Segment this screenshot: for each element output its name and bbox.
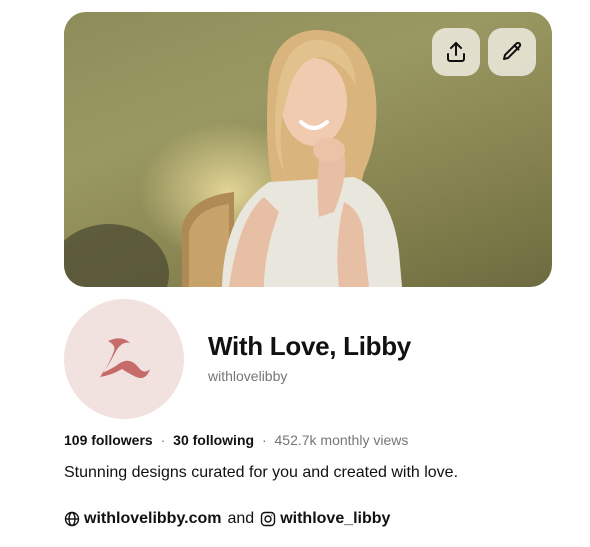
following-count[interactable]: 30 following [173,432,254,448]
stats-separator: · [160,432,166,448]
globe-icon [64,511,80,527]
brand-logo-icon [100,338,150,378]
profile-bio: Stunning designs curated for you and cre… [64,464,459,481]
cover-photo [64,12,552,287]
profile-name: With Love, Libby [208,331,411,361]
profile-stats: 109 followers · 30 following · 452.7k mo… [64,432,408,448]
followers-count[interactable]: 109 followers [64,432,153,448]
monthly-views: 452.7k monthly views [274,432,409,448]
instagram-link[interactable]: withlove_libby [280,510,390,528]
stats-separator: · [261,432,267,448]
avatar[interactable] [64,299,184,419]
profile-page: With Love, Libby withlovelibby 109 follo… [0,0,590,547]
links-conjunction: and [227,510,255,527]
share-button[interactable] [432,28,480,76]
pencil-edit-icon [503,41,522,60]
share-upload-icon [447,42,465,62]
instagram-icon [260,511,276,527]
profile-links: withlovelibby.com and withlove_libby [64,510,390,528]
profile-handle: withlovelibby [208,368,288,384]
website-link[interactable]: withlovelibby.com [84,510,222,528]
edit-button[interactable] [488,28,536,76]
